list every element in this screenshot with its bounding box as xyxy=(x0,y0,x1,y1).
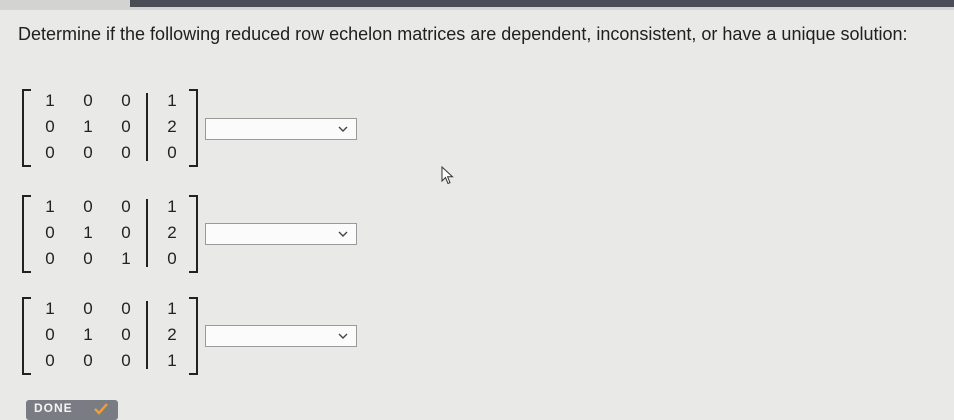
matrix-cell: 0 xyxy=(45,143,55,162)
matrix-cell: 1 xyxy=(83,117,93,136)
matrix-3: 1 0 0 1 0 1 0 2 0 0 0 1 xyxy=(22,297,198,375)
matrix-cell: 0 xyxy=(83,299,93,318)
done-button[interactable]: DONE xyxy=(26,400,118,420)
matrix-cell: 0 xyxy=(45,351,55,370)
matrix-cell: 0 xyxy=(121,117,131,136)
matrix-cell: 0 xyxy=(121,351,131,370)
augment-bar xyxy=(146,93,148,161)
answer-dropdown-3[interactable] xyxy=(205,325,357,347)
matrix-cell: 0 xyxy=(121,325,131,344)
matrix-1: 1 0 0 1 0 1 0 2 0 0 0 0 xyxy=(22,89,198,167)
augment-bar xyxy=(146,199,148,267)
matrix-cell: 0 xyxy=(45,117,55,136)
chevron-down-icon xyxy=(338,333,348,339)
right-bracket xyxy=(189,297,198,375)
matrix-cell: 1 xyxy=(121,249,131,268)
augment-bar xyxy=(146,301,148,369)
matrix-cell: 0 xyxy=(45,223,55,242)
matrix-cell: 0 xyxy=(121,143,131,162)
left-bracket xyxy=(22,297,31,375)
matrix-cell: 0 xyxy=(83,249,93,268)
matrix-cell: 0 xyxy=(121,91,131,110)
matrix-cell: 0 xyxy=(45,325,55,344)
question-text: Determine if the following reduced row e… xyxy=(18,24,908,44)
left-bracket xyxy=(22,195,31,273)
chevron-down-icon xyxy=(338,126,348,132)
matrix-cell: 0 xyxy=(83,143,93,162)
left-bracket xyxy=(22,89,31,167)
done-label: DONE xyxy=(34,401,73,415)
matrix-cell: 2 xyxy=(167,325,177,344)
chevron-down-icon xyxy=(338,231,348,237)
matrix-cell: 0 xyxy=(83,91,93,110)
matrix-cell: 1 xyxy=(45,91,55,110)
matrix-cell: 0 xyxy=(45,249,55,268)
right-bracket xyxy=(189,195,198,273)
matrix-cell: 0 xyxy=(167,143,177,162)
right-bracket xyxy=(189,89,198,167)
matrix-cell: 0 xyxy=(83,197,93,216)
matrix-cell: 1 xyxy=(167,197,177,216)
top-bar-dark xyxy=(130,0,954,7)
matrix-cell: 0 xyxy=(167,249,177,268)
matrix-cell: 1 xyxy=(167,299,177,318)
matrix-cell: 0 xyxy=(121,223,131,242)
matrix-cell: 1 xyxy=(167,351,177,370)
matrix-2: 1 0 0 1 0 1 0 2 0 0 1 0 xyxy=(22,195,198,273)
mouse-pointer-icon xyxy=(441,166,454,185)
answer-dropdown-1[interactable] xyxy=(205,118,357,140)
matrix-cell: 1 xyxy=(83,223,93,242)
matrix-cell: 0 xyxy=(121,197,131,216)
matrix-cell: 1 xyxy=(45,197,55,216)
matrix-cell: 1 xyxy=(167,91,177,110)
matrix-cell: 1 xyxy=(83,325,93,344)
answer-dropdown-2[interactable] xyxy=(205,223,357,245)
matrix-cell: 0 xyxy=(121,299,131,318)
matrix-cell: 2 xyxy=(167,117,177,136)
matrix-cell: 1 xyxy=(45,299,55,318)
top-bar xyxy=(0,0,954,10)
matrix-cell: 2 xyxy=(167,223,177,242)
matrix-cell: 0 xyxy=(83,351,93,370)
